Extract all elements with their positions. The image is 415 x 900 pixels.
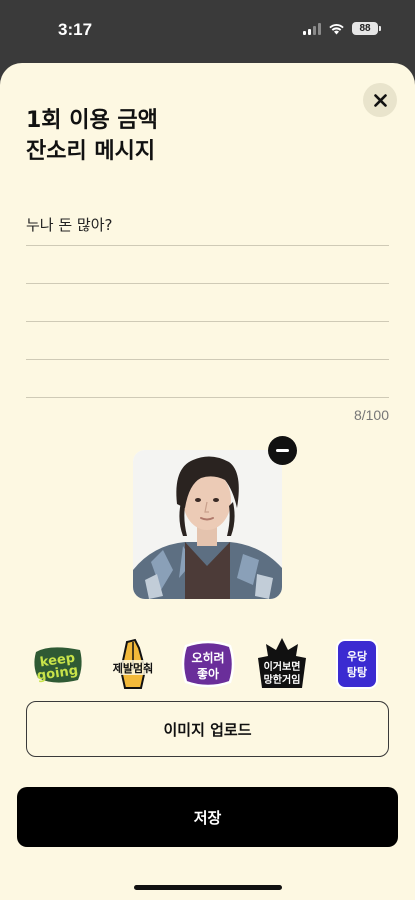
save-button[interactable]: 저장	[17, 787, 398, 847]
message-line: 누나 돈 많아?	[26, 208, 389, 246]
title-message-line: 잔소리 메시지	[26, 139, 156, 164]
battery-level: 88	[352, 22, 378, 35]
sticker-text: 오히려	[191, 650, 224, 665]
sticker-text: 제발멈춰	[113, 661, 153, 675]
please-sticker[interactable]: 제발멈춰	[105, 636, 161, 692]
status-time: 3:17	[58, 20, 93, 39]
char-counter: 8/100	[353, 407, 389, 423]
message-line	[26, 284, 389, 322]
close-button[interactable]	[363, 83, 397, 117]
message-textarea[interactable]: 누나 돈 많아?	[26, 208, 389, 398]
remove-photo-button[interactable]	[268, 436, 297, 465]
battery-icon: 88	[352, 22, 381, 35]
close-icon	[373, 93, 387, 107]
cellular-signal-icon	[303, 22, 321, 35]
keep-going-sticker[interactable]: keep going	[30, 636, 86, 692]
minus-icon	[276, 449, 289, 452]
photo-thumbnail	[133, 450, 282, 599]
sticker-text: 좋아	[196, 666, 218, 681]
sticker-text: 우당	[347, 649, 367, 663]
status-icons: 88	[303, 22, 381, 35]
title-price-line: 1회 이용 금액	[26, 108, 158, 133]
rather-good-sticker[interactable]: 오히려 좋아	[180, 636, 236, 692]
bottom-sheet: 1회 이용 금액 잔소리 메시지 누나 돈 많아? 8/100 keep goi…	[0, 63, 415, 900]
sheet-title: 1회 이용 금액 잔소리 메시지	[26, 105, 158, 167]
sticker-text: 망한거임	[264, 673, 301, 686]
sticker-text: 이거보면	[264, 660, 301, 673]
wifi-icon	[329, 23, 344, 34]
uploaded-photo	[133, 450, 282, 599]
home-indicator	[134, 885, 282, 890]
status-bar: 3:17 88	[0, 0, 415, 62]
message-line	[26, 322, 389, 360]
message-line	[26, 360, 389, 398]
sticker-list: keep going 제발멈춰 오히려 좋아 이거보면 망한거임 우당 탕탕	[30, 636, 385, 692]
pattern-sticker[interactable]: 우당 탕탕	[329, 636, 385, 692]
sticker-text: 탕탕	[347, 665, 367, 679]
ruined-sticker[interactable]: 이거보면 망한거임	[254, 636, 310, 692]
upload-image-button[interactable]: 이미지 업로드	[26, 701, 389, 757]
message-line	[26, 246, 389, 284]
